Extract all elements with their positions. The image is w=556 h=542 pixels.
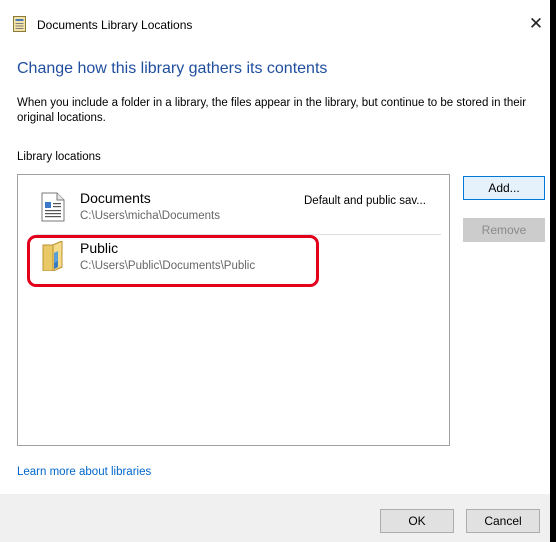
title-bar[interactable]: Documents Library Locations ✕ xyxy=(0,0,553,52)
close-button[interactable]: ✕ xyxy=(525,12,547,36)
dialog-heading: Change how this library gathers its cont… xyxy=(17,60,328,77)
dialog-description: When you include a folder in a library, … xyxy=(17,97,527,124)
dialog-footer: OK Cancel xyxy=(0,494,550,542)
library-locations-list[interactable]: Documents C:\Users\micha\Documents Defau… xyxy=(17,174,450,446)
add-button[interactable]: Add... xyxy=(463,176,545,200)
location-name: Documents xyxy=(80,190,151,206)
ok-button[interactable]: OK xyxy=(380,509,454,533)
library-locations-dialog: Documents Library Locations ✕ Change how… xyxy=(0,0,553,542)
remove-button[interactable]: Remove xyxy=(463,218,545,242)
highlight-annotation xyxy=(27,235,319,287)
cancel-button[interactable]: Cancel xyxy=(466,509,540,533)
list-item-documents[interactable]: Documents C:\Users\micha\Documents Defau… xyxy=(18,187,449,231)
window-title: Documents Library Locations xyxy=(37,18,193,32)
library-locations-label: Library locations xyxy=(17,151,101,163)
close-icon: ✕ xyxy=(528,14,544,33)
documents-folder-icon xyxy=(41,192,65,222)
learn-more-link[interactable]: Learn more about libraries xyxy=(17,466,151,478)
library-icon xyxy=(13,16,26,32)
location-note: Default and public sav... xyxy=(304,195,426,207)
location-path: C:\Users\micha\Documents xyxy=(80,210,220,222)
